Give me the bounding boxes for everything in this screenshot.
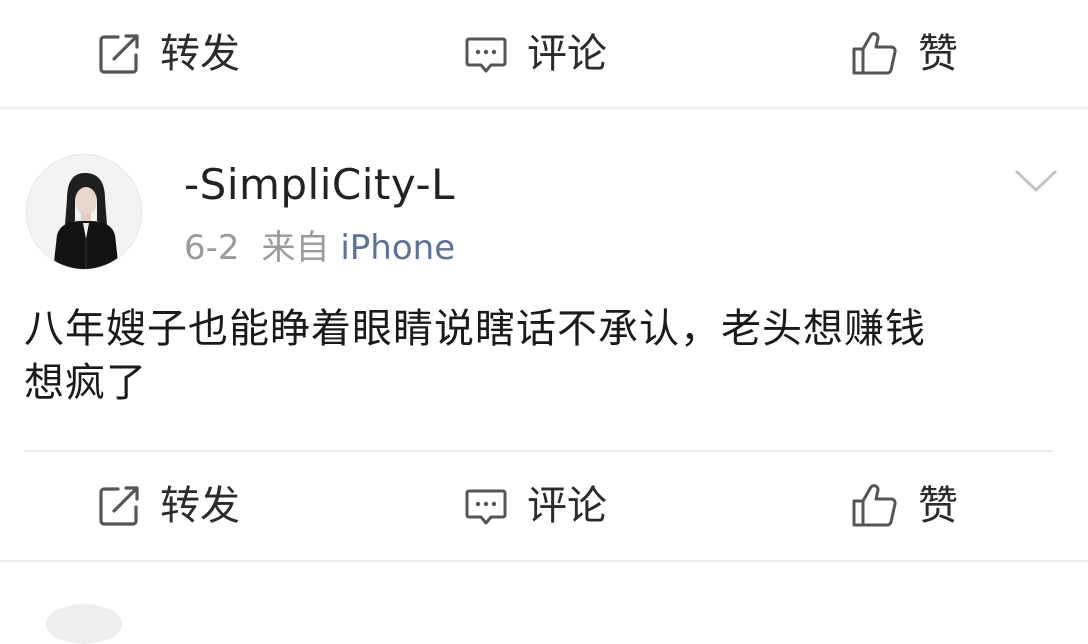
comment-icon — [465, 37, 507, 73]
next-post-avatar[interactable] — [46, 604, 122, 644]
username[interactable]: -SimpliCity-L — [184, 161, 455, 208]
repost-icon — [99, 486, 139, 526]
post-meta: 6-2 来自 iPhone — [184, 228, 455, 268]
comment-label: 评论 — [527, 483, 607, 529]
like-label: 赞 — [918, 483, 958, 529]
avatar[interactable] — [26, 154, 142, 270]
like-button[interactable]: 赞 — [850, 29, 958, 79]
divider — [0, 107, 1088, 109]
comment-button[interactable]: 评论 — [463, 483, 607, 529]
repost-button[interactable]: 转发 — [96, 31, 240, 77]
post-content-line: 八年嫂子也能睁着眼睛说瞎话不承认，老头想赚钱 — [24, 306, 926, 352]
like-icon — [852, 32, 897, 75]
chevron-down-icon — [1015, 170, 1057, 192]
repost-icon — [99, 34, 139, 74]
comment-icon — [465, 489, 507, 525]
divider — [0, 560, 1088, 562]
source-device[interactable]: iPhone — [340, 228, 455, 268]
more-options-button[interactable] — [1014, 168, 1058, 198]
repost-label: 转发 — [160, 31, 240, 77]
post-content-line: 想疯了 — [24, 360, 147, 406]
like-button[interactable]: 赞 — [850, 481, 958, 531]
like-icon — [852, 484, 897, 527]
repost-label: 转发 — [160, 483, 240, 529]
comment-label: 评论 — [527, 31, 607, 77]
repost-button[interactable]: 转发 — [96, 483, 240, 529]
comment-button[interactable]: 评论 — [463, 31, 607, 77]
post-content: 八年嫂子也能睁着眼睛说瞎话不承认，老头想赚钱 想疯了 — [24, 302, 1064, 410]
source-prefix: 来自 — [261, 228, 330, 268]
post-date: 6-2 — [184, 228, 240, 268]
top-action-bar: 转发 评论 赞 — [0, 0, 1088, 108]
avatar-image — [27, 155, 141, 269]
like-label: 赞 — [918, 31, 958, 77]
post-action-bar: 转发 评论 赞 — [0, 452, 1088, 560]
